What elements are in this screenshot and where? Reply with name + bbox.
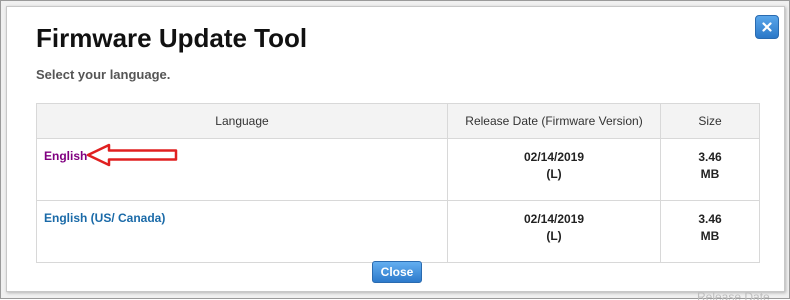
release-date-cell: 02/14/2019 (L) xyxy=(447,200,661,263)
language-link-english[interactable]: English xyxy=(44,149,87,163)
table-row: English 02/14/2019 (L) 3.46 MB xyxy=(36,138,760,201)
close-x-icon xyxy=(762,22,772,32)
header-language: Language xyxy=(36,103,448,139)
language-link-english-us-canada[interactable]: English (US/ Canada) xyxy=(44,211,165,225)
size-value: 3.46 xyxy=(698,150,722,164)
release-date-cell: 02/14/2019 (L) xyxy=(447,138,661,201)
table-header-row: Language Release Date (Firmware Version)… xyxy=(36,103,760,139)
dialog-title: Firmware Update Tool xyxy=(36,23,308,53)
size-value: 3.46 xyxy=(698,212,722,226)
close-button[interactable]: Close xyxy=(372,261,422,283)
release-date: 02/14/2019 xyxy=(523,150,585,164)
close-x-button[interactable] xyxy=(755,15,779,39)
size-unit: MB xyxy=(700,229,720,243)
firmware-version: (L) xyxy=(546,229,562,243)
window-frame: Firmware Update Tool Select your languag… xyxy=(0,0,790,300)
language-cell: English xyxy=(36,138,448,201)
header-release-date: Release Date (Firmware Version) xyxy=(447,103,661,139)
dialog-subtitle: Select your language. xyxy=(36,67,171,82)
table-row: English (US/ Canada) 02/14/2019 (L) 3.46… xyxy=(36,200,760,263)
header-size: Size xyxy=(660,103,760,139)
red-arrow-left-icon xyxy=(86,143,178,167)
firmware-dialog: Firmware Update Tool Select your languag… xyxy=(6,6,785,292)
language-table: Language Release Date (Firmware Version)… xyxy=(36,103,760,263)
language-cell: English (US/ Canada) xyxy=(36,200,448,263)
firmware-version: (L) xyxy=(546,167,562,181)
release-date: 02/14/2019 xyxy=(523,212,585,226)
size-cell: 3.46 MB xyxy=(660,138,760,201)
size-cell: 3.46 MB xyxy=(660,200,760,263)
size-unit: MB xyxy=(700,167,720,181)
